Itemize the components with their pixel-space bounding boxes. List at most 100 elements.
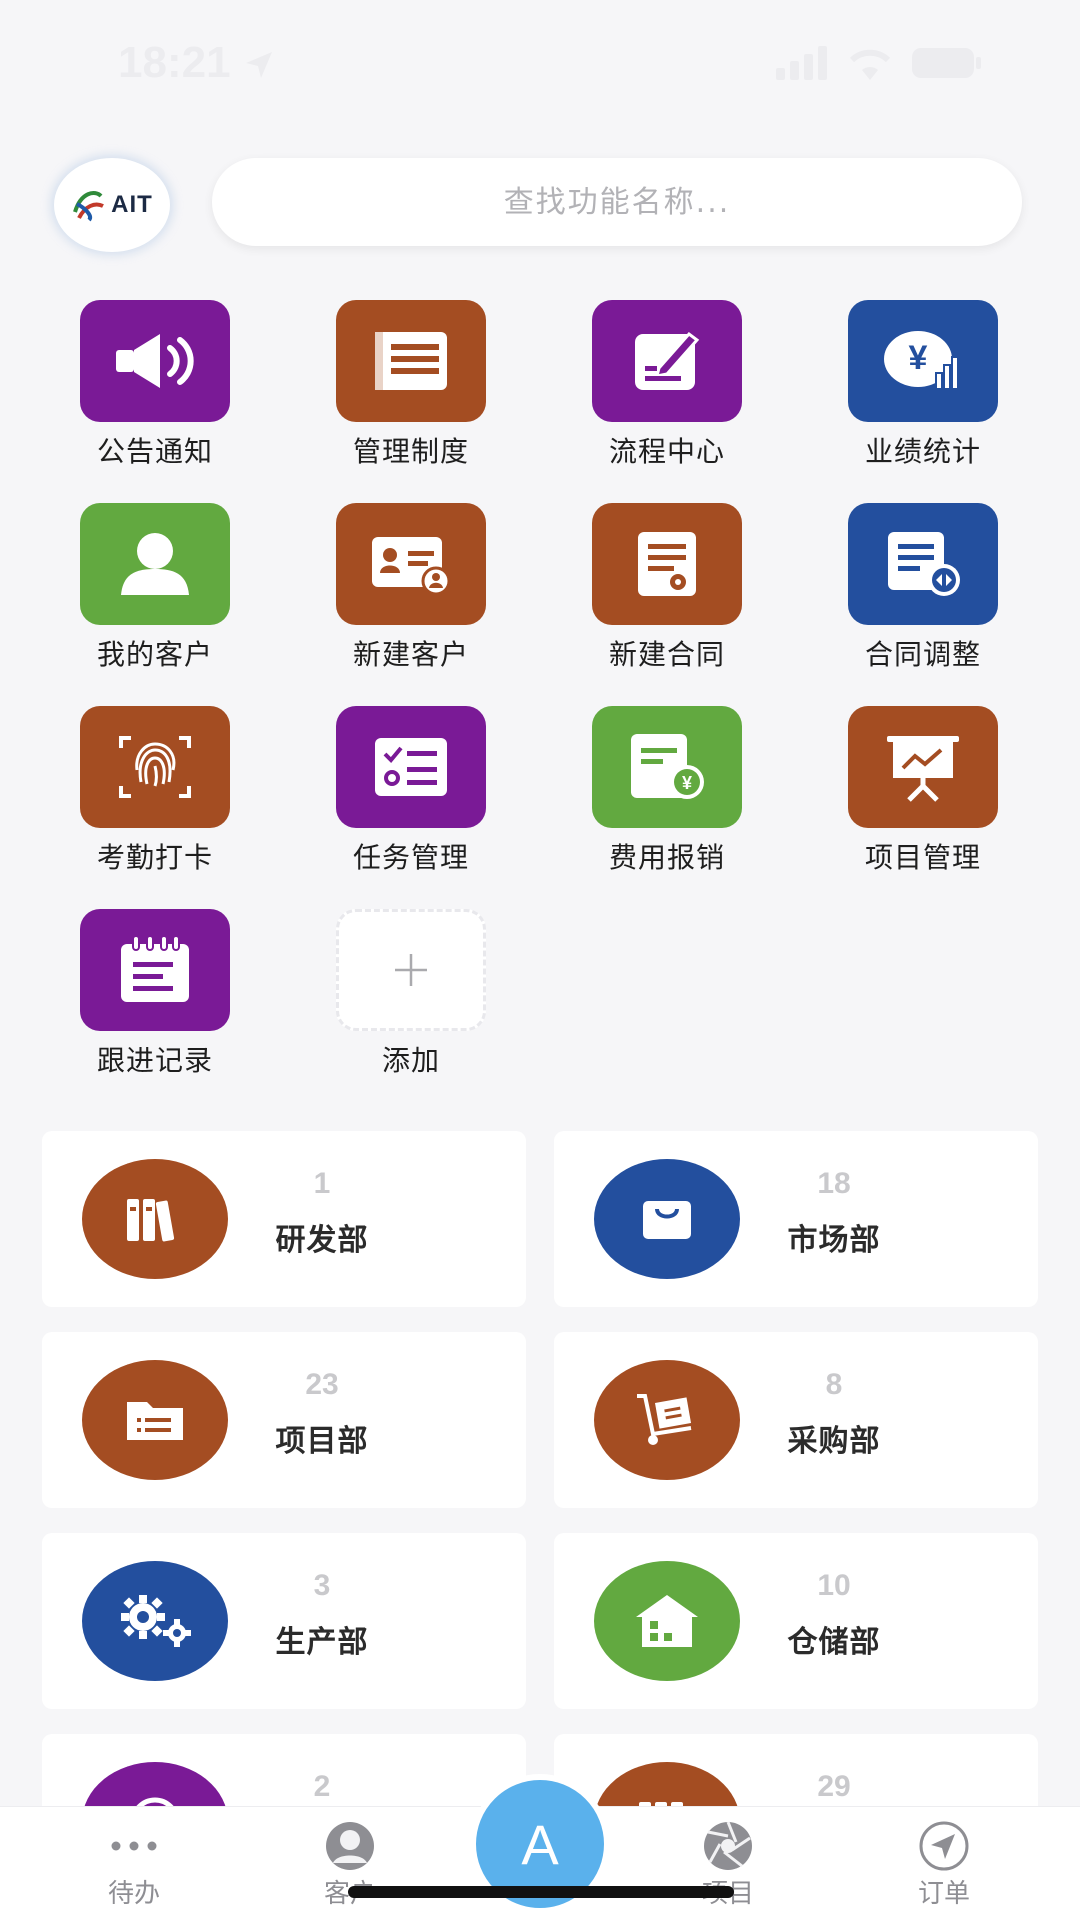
app-label: 跟进记录 [96,1044,213,1077]
app-task-management[interactable]: 任务管理 [286,706,506,886]
dept-card-rd[interactable]: 1 研发部 [42,1131,526,1307]
app-tile [848,706,998,828]
app-management-rules[interactable]: 管理制度 [286,300,506,480]
id-card-icon [372,537,451,596]
tab-customers[interactable]: 客户 [250,1807,450,1920]
checklist-icon [375,738,447,796]
search-input[interactable] [245,183,989,221]
app-process-center[interactable]: 流程中心 [542,300,762,480]
logo-text: AIT [111,191,153,218]
battery-icon [912,48,981,78]
app-label: 项目管理 [864,841,981,874]
dept-icon [82,1360,228,1480]
tab-todo[interactable]: 待办 [34,1807,234,1920]
dept-count: 8 [825,1368,843,1401]
plus-icon [395,954,427,986]
aperture-icon [698,1819,758,1873]
books-icon [127,1199,175,1242]
more-dots-icon [104,1819,164,1873]
dept-card-warehouse[interactable]: 10 仓储部 [554,1533,1038,1709]
app-add[interactable]: 添加 [286,909,506,1089]
dept-icon [82,1159,228,1279]
app-tile: ¥ [848,300,998,422]
app-tile [336,503,486,625]
dept-card-marketing[interactable]: 18 市场部 [554,1131,1038,1307]
app-tile [80,909,230,1031]
app-project-management[interactable]: 项目管理 [798,706,1018,886]
app-tile [848,503,998,625]
expense-icon: ¥ [631,734,704,799]
app-label: 流程中心 [608,435,725,468]
hand-truck-icon [637,1394,692,1445]
dept-count: 29 [817,1770,851,1803]
dept-card-projects[interactable]: 23 项目部 [42,1332,526,1508]
search-bar[interactable] [212,158,1022,246]
edit-note-icon [635,331,700,390]
app-tile: ¥ [592,706,742,828]
add-tile [336,909,486,1031]
dept-count: 23 [305,1368,339,1401]
dept-name: 研发部 [275,1223,369,1258]
dept-name: 仓储部 [787,1625,881,1660]
app-label: 考勤打卡 [96,841,213,874]
app-tile [80,300,230,422]
yen-chart-icon: ¥ [884,331,959,390]
app-tile [592,300,742,422]
tab-projects[interactable]: 项目 [628,1807,828,1920]
app-follow-up[interactable]: 跟进记录 [30,909,250,1089]
folder-icon [127,1402,183,1440]
app-tile [80,503,230,625]
notepad-icon [121,935,189,1002]
logo-emblem-icon [73,191,105,222]
dept-count: 18 [817,1167,851,1200]
fingerprint-icon [119,736,191,798]
app-tile [80,706,230,828]
dept-icon [594,1159,740,1279]
dept-count: 10 [817,1569,851,1602]
tab-label: 待办 [107,1879,160,1909]
dept-count: 1 [313,1167,331,1200]
app-new-contract[interactable]: 新建合同 [542,503,762,683]
app-my-customers[interactable]: 我的客户 [30,503,250,683]
app-expense-claim[interactable]: ¥ 费用报销 [542,706,762,886]
location-arrow-icon [246,52,272,78]
home-indicator[interactable] [348,1886,734,1898]
svg-text:¥: ¥ [682,773,692,793]
dept-icon [82,1561,228,1681]
signal-icon [776,46,827,80]
document-list-icon [375,332,447,390]
warehouse-icon [636,1595,698,1647]
wifi-icon [849,49,891,80]
app-label: 业绩统计 [864,435,981,468]
svg-text:¥: ¥ [909,339,928,377]
gears-icon [121,1595,191,1647]
app-announcement[interactable]: 公告通知 [30,300,250,480]
dept-count: 3 [313,1569,331,1602]
screen: 18:21 AIT 公告通知 管理制度 流程中心 [0,0,1080,1920]
company-logo[interactable]: AIT [54,158,170,252]
app-new-customer[interactable]: 新建客户 [286,503,506,683]
presentation-icon [887,736,959,802]
dept-name: 市场部 [787,1223,881,1258]
status-bar: 18:21 [0,0,1080,130]
app-label: 新建客户 [352,638,469,671]
navigation-icon [914,1819,974,1873]
dept-icon [594,1360,740,1480]
dept-card-purchasing[interactable]: 8 采购部 [554,1332,1038,1508]
contract-adjust-icon [888,532,960,596]
center-action-label: A [521,1812,559,1876]
app-attendance[interactable]: 考勤打卡 [30,706,250,886]
app-tile [336,300,486,422]
app-label: 管理制度 [352,435,469,468]
app-label: 添加 [381,1044,440,1077]
user-icon [121,533,189,595]
tab-label: 订单 [917,1879,970,1909]
tab-orders[interactable]: 订单 [844,1807,1044,1920]
app-label: 费用报销 [608,841,725,874]
megaphone-icon [116,334,194,388]
app-label: 任务管理 [352,841,469,874]
contract-icon [638,532,696,596]
app-contract-adjust[interactable]: 合同调整 [798,503,1018,683]
app-performance-stats[interactable]: ¥ 业绩统计 [798,300,1018,480]
dept-card-production[interactable]: 3 生产部 [42,1533,526,1709]
